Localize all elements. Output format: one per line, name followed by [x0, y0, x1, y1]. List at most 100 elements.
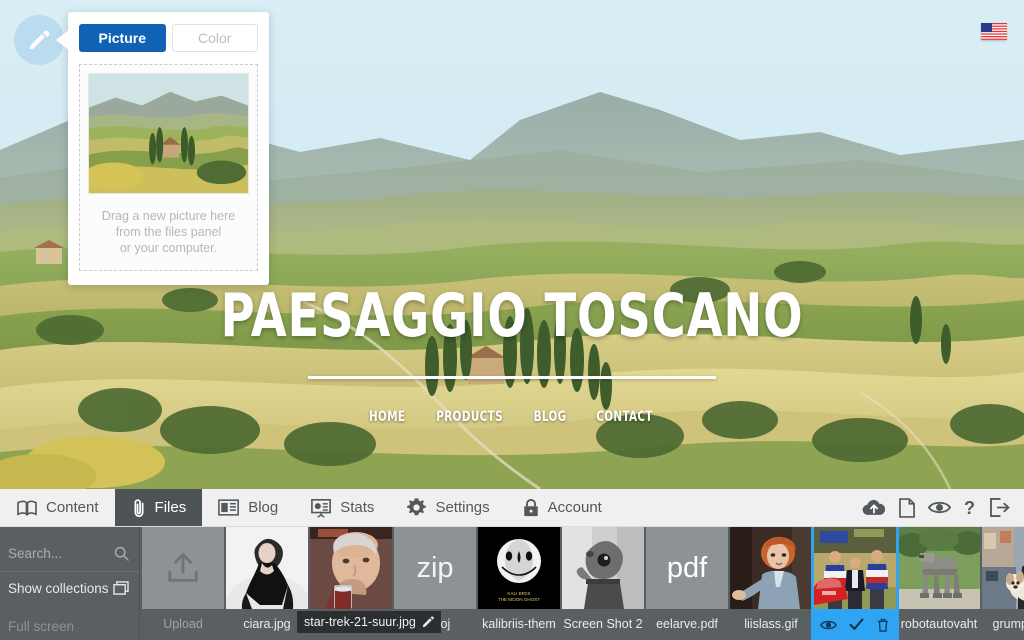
thumb-robotautovaht[interactable]: robotautovaht: [898, 527, 980, 640]
tab-settings[interactable]: Settings: [390, 489, 505, 526]
zip-label: zip: [416, 551, 454, 584]
lock-icon: [523, 498, 538, 516]
thumb-image[interactable]: [310, 527, 392, 609]
current-background-thumbnail[interactable]: [88, 73, 249, 194]
tab-files-label: Files: [154, 499, 187, 516]
nav-item-contact[interactable]: CONTACT: [597, 409, 654, 425]
thumb-image[interactable]: [562, 527, 644, 609]
us-flag-icon[interactable]: [981, 23, 1007, 40]
thumb-liislass[interactable]: liislass.gif: [730, 527, 812, 640]
zip-tile[interactable]: zip: [394, 527, 476, 609]
thumb-image[interactable]: [898, 527, 980, 609]
thumb-screenshot-2[interactable]: Screen Shot 2: [562, 527, 644, 640]
thumb-upload[interactable]: Upload: [142, 527, 224, 640]
thumb-label: ciara.jpg: [243, 617, 291, 631]
dropzone-line-1: Drag a new picture here: [101, 209, 236, 223]
files-panel: Show collections Full screen: [0, 527, 1024, 640]
editor-panel: Content Files Blog Stats Settings Accoun…: [0, 489, 1024, 640]
preview-eye-icon[interactable]: [928, 499, 951, 516]
thumb-image[interactable]: KALI BRIIS THE MOON GHOST: [478, 527, 560, 609]
pdf-label: pdf: [666, 551, 708, 584]
paperclip-icon: [134, 498, 144, 517]
title-divider: [308, 376, 716, 379]
selected-thumb-actions[interactable]: [814, 609, 896, 640]
logout-icon[interactable]: [990, 498, 1010, 517]
new-page-icon[interactable]: [899, 497, 915, 518]
tab-color[interactable]: Color: [171, 24, 258, 52]
tab-account-label: Account: [547, 499, 602, 516]
thumb-label: kalibriis-them: [482, 617, 556, 631]
thumb-grumpy[interactable]: grumpy.jpg: [982, 527, 1024, 640]
pencil-icon[interactable]: [422, 616, 434, 628]
svg-text:THE MOON GHOST: THE MOON GHOST: [498, 597, 541, 602]
show-collections-label: Show collections: [8, 580, 109, 596]
thumb-selected-team[interactable]: [811, 527, 899, 640]
help-question-icon[interactable]: ?: [964, 498, 977, 518]
tab-files[interactable]: Files: [114, 489, 203, 526]
magnifier-icon[interactable]: [114, 546, 129, 561]
thumb-ciara[interactable]: ciara.jpg: [226, 527, 308, 640]
thumb-label: eelarve.pdf: [656, 617, 718, 631]
upload-icon: [168, 552, 198, 582]
thumb-eelarve-pdf[interactable]: pdf eelarve.pdf: [646, 527, 728, 640]
file-thumbnail-strip[interactable]: Upload ciara.jpg zip KALI BRIIS THE MOON…: [140, 527, 1024, 640]
svg-text:?: ?: [964, 498, 975, 518]
tab-content-label: Content: [46, 499, 99, 516]
tabbar-spacer: [618, 489, 862, 526]
popover-tabs[interactable]: Picture Color: [79, 24, 258, 52]
dropzone-instructions: Drag a new picture here from the files p…: [88, 208, 249, 256]
nav-item-home[interactable]: HOME: [369, 409, 405, 425]
tooltip-text: star-trek-21-suur.jpg: [304, 615, 416, 629]
search-row[interactable]: [0, 535, 139, 572]
gear-icon: [407, 498, 427, 516]
svg-text:KALI BRIIS: KALI BRIIS: [507, 591, 530, 596]
tab-stats[interactable]: Stats: [294, 489, 390, 526]
file-name-tooltip: star-trek-21-suur.jpg: [297, 611, 441, 633]
nav-item-blog[interactable]: BLOG: [534, 409, 567, 425]
thumb-label: robotautovaht: [900, 617, 978, 631]
newspaper-icon: [218, 499, 240, 516]
tab-account[interactable]: Account: [506, 489, 618, 526]
check-icon[interactable]: [849, 618, 864, 631]
thumb-image[interactable]: [730, 527, 812, 609]
editor-window: PAESAGGIO TOSCANO HOME PRODUCTS BLOG CON…: [0, 0, 1024, 640]
thumb-kalibriis[interactable]: KALI BRIIS THE MOON GHOST kalibriis-them: [478, 527, 560, 640]
background-picker-popover[interactable]: Picture Color Drag a new picture here fr…: [68, 12, 269, 285]
main-tabbar[interactable]: Content Files Blog Stats Settings Accoun…: [0, 489, 1024, 527]
site-nav[interactable]: HOME PRODUCTS BLOG CONTACT: [0, 409, 1024, 425]
toolbar-actions[interactable]: ?: [862, 489, 1024, 526]
hero-title-block: PAESAGGIO TOSCANO HOME PRODUCTS BLOG CON…: [0, 286, 1024, 425]
thumb-image[interactable]: [982, 527, 1024, 609]
popover-pointer: [56, 29, 70, 51]
page-title[interactable]: PAESAGGIO TOSCANO: [72, 286, 953, 346]
nav-item-products[interactable]: PRODUCTS: [436, 409, 503, 425]
files-sidebar: Show collections Full screen: [0, 527, 140, 640]
thumb-label: Upload: [163, 617, 203, 631]
pdf-tile[interactable]: pdf: [646, 527, 728, 609]
eye-icon[interactable]: [820, 619, 837, 631]
tab-blog[interactable]: Blog: [202, 489, 294, 526]
picture-dropzone[interactable]: Drag a new picture here from the files p…: [79, 64, 258, 271]
dropzone-line-3: or your computer.: [119, 241, 218, 255]
tab-picture[interactable]: Picture: [79, 24, 166, 52]
book-icon: [17, 499, 37, 516]
tab-settings-label: Settings: [435, 499, 490, 516]
upload-tile[interactable]: [142, 527, 224, 609]
cloud-upload-icon[interactable]: [862, 499, 886, 517]
trash-icon[interactable]: [876, 618, 890, 632]
chart-board-icon: [311, 498, 332, 518]
tab-content[interactable]: Content: [0, 489, 115, 526]
thumb-label: Screen Shot 2: [563, 617, 643, 631]
pencil-icon: [29, 30, 50, 50]
dropzone-line-2: from the files panel: [115, 225, 222, 239]
thumb-image[interactable]: [226, 527, 308, 609]
search-input[interactable]: [8, 545, 108, 561]
thumb-image[interactable]: [814, 527, 896, 609]
thumb-label: liislass.gif: [744, 617, 798, 631]
tab-stats-label: Stats: [340, 499, 375, 516]
full-screen-button[interactable]: Full screen: [0, 619, 139, 640]
windows-icon: [113, 581, 129, 595]
show-collections-toggle[interactable]: Show collections: [0, 572, 139, 604]
thumb-label: grumpy.jpg: [992, 617, 1024, 631]
tab-blog-label: Blog: [248, 499, 279, 516]
